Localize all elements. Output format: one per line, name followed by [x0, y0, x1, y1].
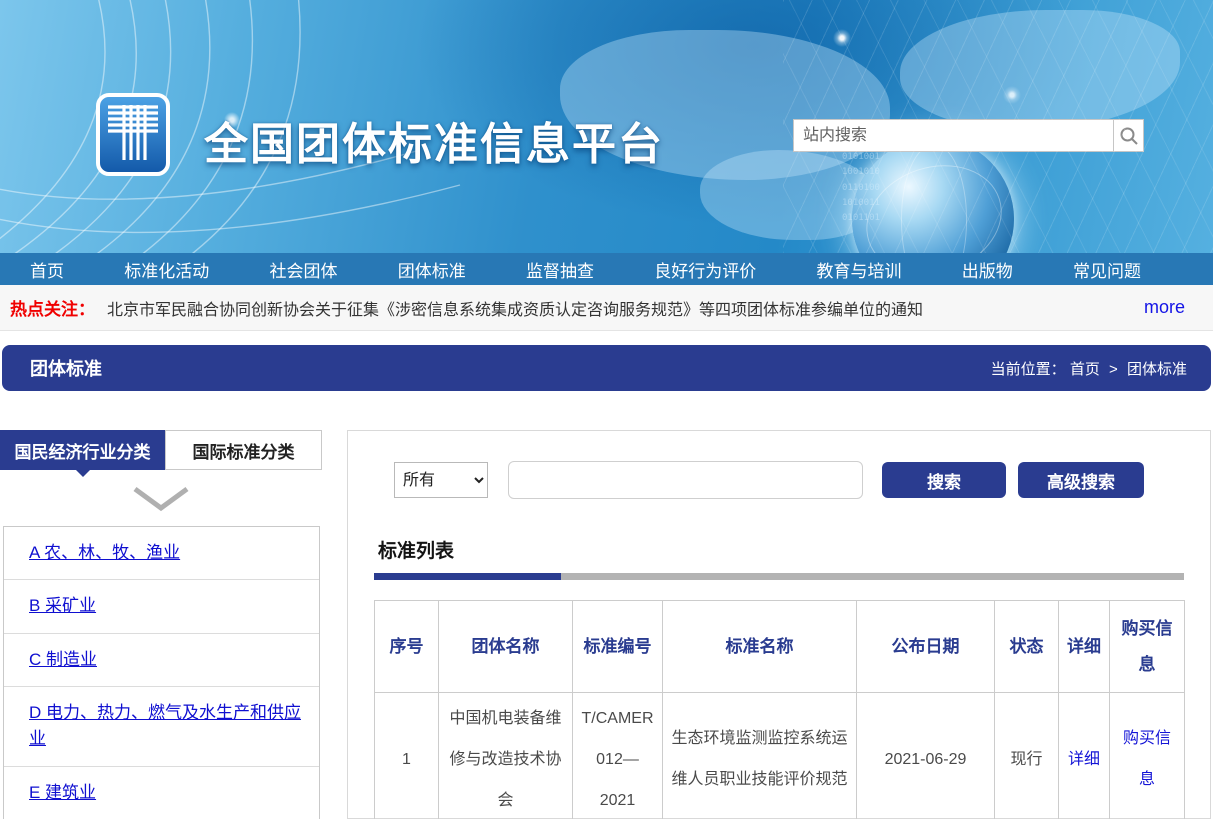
- list-item: B 采矿业: [4, 580, 319, 633]
- search-button[interactable]: 搜索: [882, 462, 1006, 498]
- category-list: A 农、林、牧、渔业 B 采矿业 C 制造业 D 电力、热力、燃气及水生产和供应…: [3, 526, 320, 819]
- nav-item-supervision-checks[interactable]: 监督抽查: [526, 257, 594, 282]
- site-search-button[interactable]: [1113, 119, 1144, 152]
- cell-org: 中国机电装备维修与改造技术协会: [439, 693, 573, 819]
- title-underline-track: [561, 573, 1184, 580]
- content-area: 国民经济行业分类 国际标准分类 A 农、林、牧、渔业 B 采矿业 C 制造业 D…: [0, 391, 1213, 819]
- advanced-search-button[interactable]: 高级搜索: [1018, 462, 1144, 498]
- nav-item-home[interactable]: 首页: [30, 257, 64, 282]
- sidebar-item-c-manufacturing[interactable]: C 制造业: [29, 650, 97, 669]
- list-item: A 农、林、牧、渔业: [4, 527, 319, 580]
- sidebar-item-d-power-heat-gas-water[interactable]: D 电力、热力、燃气及水生产和供应业: [29, 703, 301, 748]
- page-title: 团体标准: [2, 355, 102, 381]
- nav-item-faq[interactable]: 常见问题: [1073, 257, 1141, 282]
- chevron-down-icon: [132, 486, 190, 512]
- sidebar-item-e-construction[interactable]: E 建筑业: [29, 783, 96, 802]
- nav-item-education-training[interactable]: 教育与培训: [817, 257, 902, 282]
- hot-topics-bar: 热点关注： 北京市军民融合协同创新协会关于征集《涉密信息系统集成资质认定咨询服务…: [0, 285, 1213, 331]
- standards-panel: 所有 搜索 高级搜索 标准列表 序号 团体名称 标准编号 标准名称: [347, 430, 1211, 819]
- col-header-buy: 购买信息: [1110, 601, 1185, 693]
- nav-item-social-organizations[interactable]: 社会团体: [270, 257, 338, 282]
- category-sidebar: 国民经济行业分类 国际标准分类 A 农、林、牧、渔业 B 采矿业 C 制造业 D…: [0, 430, 322, 819]
- site-title: 全国团体标准信息平台: [204, 108, 664, 172]
- col-header-detail: 详细: [1059, 601, 1110, 693]
- list-item: C 制造业: [4, 634, 319, 687]
- detail-link[interactable]: 详细: [1068, 751, 1100, 768]
- cell-name: 生态环境监测监控系统运维人员职业技能评价规范: [663, 693, 857, 819]
- hot-news-link[interactable]: 北京市军民融合协同创新协会关于征集《涉密信息系统集成资质认定咨询服务规范》等四项…: [107, 296, 923, 320]
- logo-icon: [95, 92, 171, 177]
- site-search-input[interactable]: [793, 119, 1113, 152]
- main-nav: 首页 标准化活动 社会团体 团体标准 监督抽查 良好行为评价 教育与培训 出版物…: [0, 253, 1213, 285]
- section-bar: 团体标准 当前位置： 首页 > 团体标准: [2, 345, 1211, 391]
- col-header-code: 标准编号: [573, 601, 663, 693]
- list-item: E 建筑业: [4, 767, 319, 819]
- cell-index: 1: [375, 693, 439, 819]
- cell-date: 2021-06-29: [857, 693, 995, 819]
- filter-row: 所有 搜索 高级搜索: [394, 461, 1184, 499]
- nav-item-standardization-activities[interactable]: 标准化活动: [124, 257, 209, 282]
- title-underline-accent: [374, 573, 561, 580]
- list-title: 标准列表: [378, 536, 1184, 563]
- globe-graphic: [852, 138, 1014, 253]
- spacer: [0, 331, 1213, 345]
- list-item: D 电力、热力、燃气及水生产和供应业: [4, 687, 319, 767]
- table-row: 1 中国机电装备维修与改造技术协会 T/CAMER 012—2021 生态环境监…: [375, 693, 1185, 819]
- page: 0101001 1001010 0110100 1010011 0101101: [0, 0, 1213, 819]
- buy-info-link[interactable]: 购买信息: [1123, 730, 1171, 788]
- cell-code: T/CAMER 012—2021: [573, 693, 663, 819]
- site-search: [793, 119, 1144, 152]
- col-header-org: 团体名称: [439, 601, 573, 693]
- col-header-date: 公布日期: [857, 601, 995, 693]
- col-header-name: 标准名称: [663, 601, 857, 693]
- breadcrumb-separator: >: [1109, 361, 1118, 378]
- breadcrumb-label: 当前位置：: [991, 361, 1066, 378]
- breadcrumb-current-link[interactable]: 团体标准: [1127, 361, 1187, 378]
- tab-national-economy-classification[interactable]: 国民经济行业分类: [0, 430, 165, 470]
- cell-status: 现行: [995, 693, 1059, 819]
- nav-item-good-behavior-evaluation[interactable]: 良好行为评价: [654, 257, 756, 282]
- keyword-input[interactable]: [508, 461, 863, 499]
- col-header-index: 序号: [375, 601, 439, 693]
- cell-buy: 购买信息: [1110, 693, 1185, 819]
- sidebar-item-b-mining[interactable]: B 采矿业: [29, 596, 96, 615]
- nav-item-publications[interactable]: 出版物: [962, 257, 1013, 282]
- category-select[interactable]: 所有: [394, 462, 488, 498]
- breadcrumb: 当前位置： 首页 > 团体标准: [991, 358, 1211, 379]
- hot-topics-label: 热点关注：: [10, 295, 95, 320]
- tab-international-standard-classification[interactable]: 国际标准分类: [165, 430, 322, 470]
- site-logo[interactable]: [95, 92, 171, 177]
- site-banner: 0101001 1001010 0110100 1010011 0101101: [0, 0, 1213, 253]
- cell-detail: 详细: [1059, 693, 1110, 819]
- world-map-decoration: [900, 10, 1180, 130]
- standards-table: 序号 团体名称 标准编号 标准名称 公布日期 状态 详细 购买信息 1 中国机电…: [374, 600, 1185, 819]
- title-underline: [374, 573, 1184, 580]
- search-icon: [1119, 126, 1139, 146]
- more-link[interactable]: more: [1144, 297, 1185, 318]
- sidebar-item-a-agriculture[interactable]: A 农、林、牧、渔业: [29, 543, 180, 562]
- nav-item-group-standards[interactable]: 团体标准: [398, 257, 466, 282]
- breadcrumb-home-link[interactable]: 首页: [1070, 361, 1100, 378]
- category-tabs: 国民经济行业分类 国际标准分类: [0, 430, 322, 470]
- table-header-row: 序号 团体名称 标准编号 标准名称 公布日期 状态 详细 购买信息: [375, 601, 1185, 693]
- col-header-status: 状态: [995, 601, 1059, 693]
